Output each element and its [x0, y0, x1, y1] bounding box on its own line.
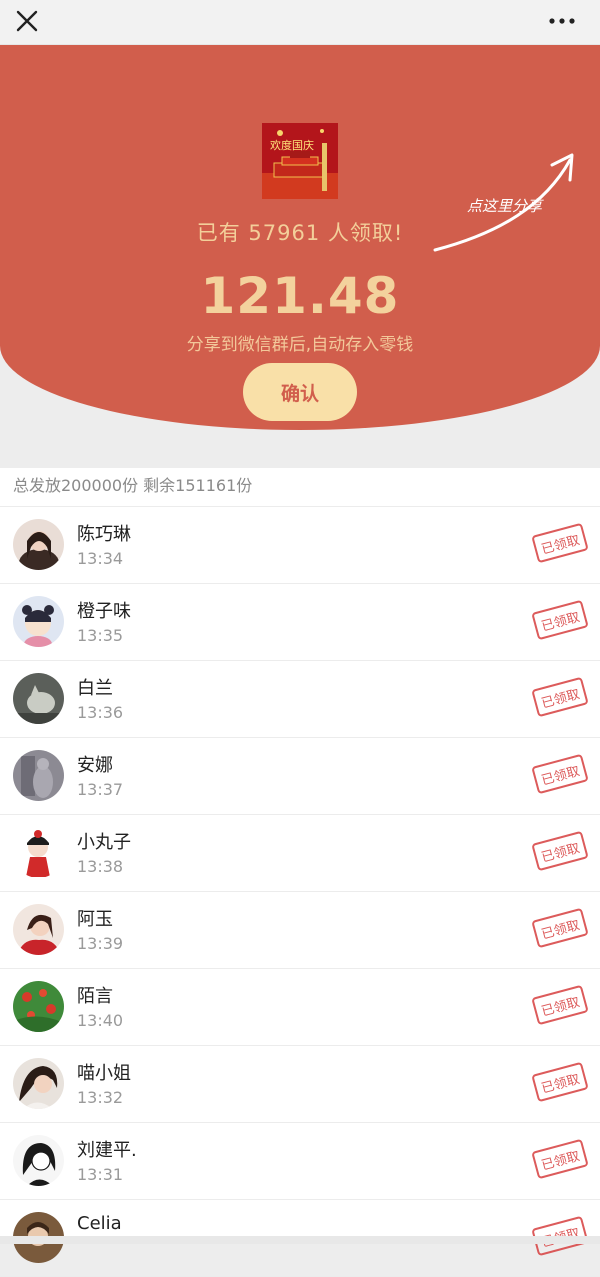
banner-text: 欢度国庆	[270, 138, 314, 152]
avatar	[13, 904, 64, 955]
list-item[interactable]: 陈巧琳 13:34 已领取	[0, 507, 600, 584]
claim-time: 13:32	[77, 1088, 124, 1107]
claimed-stamp: 已领取	[531, 676, 589, 718]
confirm-button[interactable]: 确认	[243, 363, 357, 421]
avatar	[13, 750, 64, 801]
list-item[interactable]: 橙子味 13:35 已领取	[0, 584, 600, 661]
amount-value: 121.48	[200, 267, 400, 325]
top-bar	[0, 0, 600, 45]
national-day-banner: 欢度国庆	[262, 123, 338, 199]
claim-time: 13:36	[77, 703, 124, 722]
share-arrow-icon	[433, 153, 574, 252]
claimed-stamp: 已领取	[531, 984, 589, 1026]
claim-time: 13:31	[77, 1165, 124, 1184]
avatar	[13, 981, 64, 1032]
avatar	[13, 519, 64, 570]
list-item[interactable]: 刘建平. 13:31 已领取	[0, 1123, 600, 1200]
claimed-stamp: 已领取	[531, 1061, 589, 1103]
claimed-stamp: 已领取	[531, 907, 589, 949]
recipient-name: 陌言	[77, 986, 113, 1007]
list-item[interactable]: 安娜 13:37 已领取	[0, 738, 600, 815]
list-item[interactable]: 喵小姐 13:32 已领取	[0, 1046, 600, 1123]
claimed-stamp: 已领取	[531, 599, 589, 641]
claim-time: 13:40	[77, 1011, 124, 1030]
close-icon[interactable]	[10, 4, 44, 38]
list-item[interactable]: 小丸子 13:38 已领取	[0, 815, 600, 892]
list-item[interactable]: 陌言 13:40 已领取	[0, 969, 600, 1046]
recipient-name: 小丸子	[77, 832, 131, 853]
claim-time: 13:39	[77, 934, 124, 953]
claim-time: 13:37	[77, 780, 124, 799]
bottom-edge	[0, 1236, 600, 1244]
recipient-list: 总发放200000份 剩余151161份 陈巧琳 13:34 已领取 橙子味 1…	[0, 468, 600, 1277]
recipient-name: 刘建平.	[77, 1140, 137, 1161]
recipient-name: 安娜	[77, 755, 113, 776]
recipient-name: 陈巧琳	[77, 524, 131, 545]
list-item[interactable]: 白兰 13:36 已领取	[0, 661, 600, 738]
claimed-stamp: 已领取	[531, 1138, 589, 1180]
recipient-name: 橙子味	[77, 601, 131, 622]
avatar	[13, 1058, 64, 1109]
recipient-name: 喵小姐	[77, 1063, 131, 1084]
recipient-name: 白兰	[77, 678, 113, 699]
claimed-stamp: 已领取	[531, 522, 589, 564]
recipient-name: Celia	[77, 1213, 122, 1234]
share-hint-text: 分享到微信群后,自动存入零钱	[186, 335, 414, 355]
share-here-label: 点这里分享	[467, 197, 543, 215]
avatar	[13, 1135, 64, 1186]
avatar	[13, 673, 64, 724]
claim-time: 13:35	[77, 626, 124, 645]
claimed-stamp: 已领取	[531, 753, 589, 795]
more-dots-icon[interactable]	[542, 4, 582, 38]
distribution-summary: 总发放200000份 剩余151161份	[0, 468, 600, 507]
avatar	[13, 596, 64, 647]
claim-time: 13:38	[77, 857, 124, 876]
claim-time: 13:34	[77, 549, 124, 568]
avatar	[13, 827, 64, 878]
recipient-name: 阿玉	[77, 909, 113, 930]
list-item[interactable]: 阿玉 13:39 已领取	[0, 892, 600, 969]
red-packet-header: 欢度国庆 已有 57961 人领取! 121.48 分享到微信群后,自动存入零钱…	[0, 45, 600, 430]
claimed-stamp: 已领取	[531, 830, 589, 872]
